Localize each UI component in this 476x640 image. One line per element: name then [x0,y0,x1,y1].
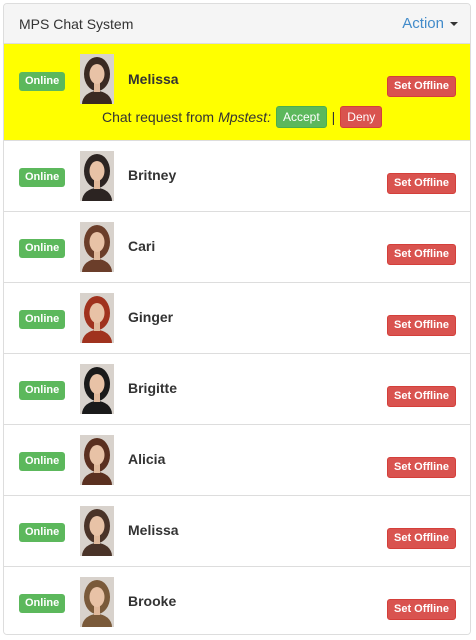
deny-button[interactable]: Deny [340,106,383,128]
user-name: Britney [128,167,177,183]
set-offline-button[interactable]: Set Offline [386,173,456,194]
user-row: Online Brigitte Set Offline [4,354,470,425]
caret-down-icon [450,21,458,26]
online-badge: Online [19,72,66,91]
avatar [80,222,114,272]
panel-title: MPS Chat System [19,16,134,32]
chat-request-text: Chat request from [102,109,215,125]
online-badge: Online [19,452,66,471]
set-offline-button[interactable]: Set Offline [386,528,456,549]
user-name: Melissa [128,71,179,87]
user-name: Brooke [128,593,177,609]
set-offline-button[interactable]: Set Offline [386,76,456,97]
user-name: Melissa [128,522,179,538]
action-dropdown[interactable]: Action [402,15,458,32]
user-row: Online Britney Set Offline [4,141,470,212]
chat-panel: MPS Chat System Action Online Melissa Se… [3,3,471,635]
separator: | [331,109,336,125]
set-offline-button[interactable]: Set Offline [386,386,456,407]
online-badge: Online [19,381,66,400]
chat-request-from: Mpstest: [218,109,271,125]
user-name: Ginger [128,309,174,325]
user-name: Brigitte [128,380,177,396]
user-name: Alicia [128,451,166,467]
action-label: Action [402,15,444,32]
user-list: Online Melissa Set Offline Chat request … [4,44,470,634]
online-badge: Online [19,523,66,542]
user-row: Online Brooke Set Offline [4,567,470,634]
set-offline-button[interactable]: Set Offline [386,457,456,478]
online-badge: Online [19,310,66,329]
chat-request: Chat request from Mpstest: Accept | Deny [102,106,383,128]
panel-heading: MPS Chat System Action [4,4,470,44]
avatar [80,54,114,104]
avatar [80,435,114,485]
avatar [80,506,114,556]
set-offline-button[interactable]: Set Offline [386,599,456,620]
user-row: Online Alicia Set Offline [4,425,470,496]
avatar [80,577,114,627]
avatar [80,293,114,343]
online-badge: Online [19,239,66,258]
online-badge: Online [19,594,66,613]
avatar [80,151,114,201]
user-row: Online Melissa Set Offline Chat request … [4,44,470,141]
avatar [80,364,114,414]
user-row: Online Ginger Set Offline [4,283,470,354]
online-badge: Online [19,168,66,187]
set-offline-button[interactable]: Set Offline [386,244,456,265]
accept-button[interactable]: Accept [275,106,327,128]
user-row: Online Melissa Set Offline [4,496,470,567]
user-row: Online Cari Set Offline [4,212,470,283]
set-offline-button[interactable]: Set Offline [386,315,456,336]
user-name: Cari [128,238,156,254]
